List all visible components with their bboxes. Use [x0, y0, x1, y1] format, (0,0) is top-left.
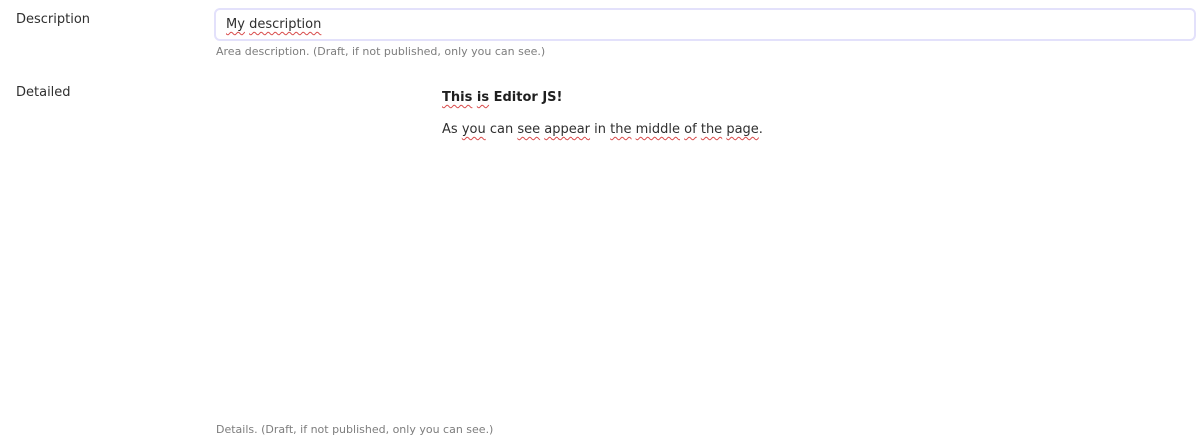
word-the-2: the [700, 122, 723, 137]
word-the-1: the [610, 122, 632, 137]
detailed-help-text: Details. (Draft, if not published, only … [216, 423, 494, 436]
description-input-value: My description [226, 17, 321, 32]
editor-paragraph-block[interactable]: As you can see appear in the middle of t… [442, 122, 962, 138]
word-appear: appear [544, 122, 591, 137]
word-of: of [684, 122, 697, 137]
word-middle: middle [635, 122, 681, 137]
editor-content[interactable]: This is Editor JS! As you can see appear… [442, 90, 962, 138]
word-see: see [517, 122, 541, 137]
description-value-word-description: description [249, 17, 322, 32]
description-help-text: Area description. (Draft, if not publish… [216, 45, 546, 58]
word-this: This [442, 90, 473, 105]
description-input[interactable]: My description [214, 8, 1196, 41]
word-page: page [726, 122, 759, 137]
editor-heading-block[interactable]: This is Editor JS! [442, 90, 962, 106]
detailed-editor[interactable]: This is Editor JS! As you can see appear… [214, 78, 1196, 413]
word-you: you [461, 122, 486, 137]
area-form: Description My description Area descript… [0, 0, 1200, 446]
description-label: Description [16, 12, 91, 27]
description-value-word-my: My [226, 17, 245, 32]
word-is: is [476, 90, 490, 105]
detailed-label: Detailed [16, 85, 71, 100]
